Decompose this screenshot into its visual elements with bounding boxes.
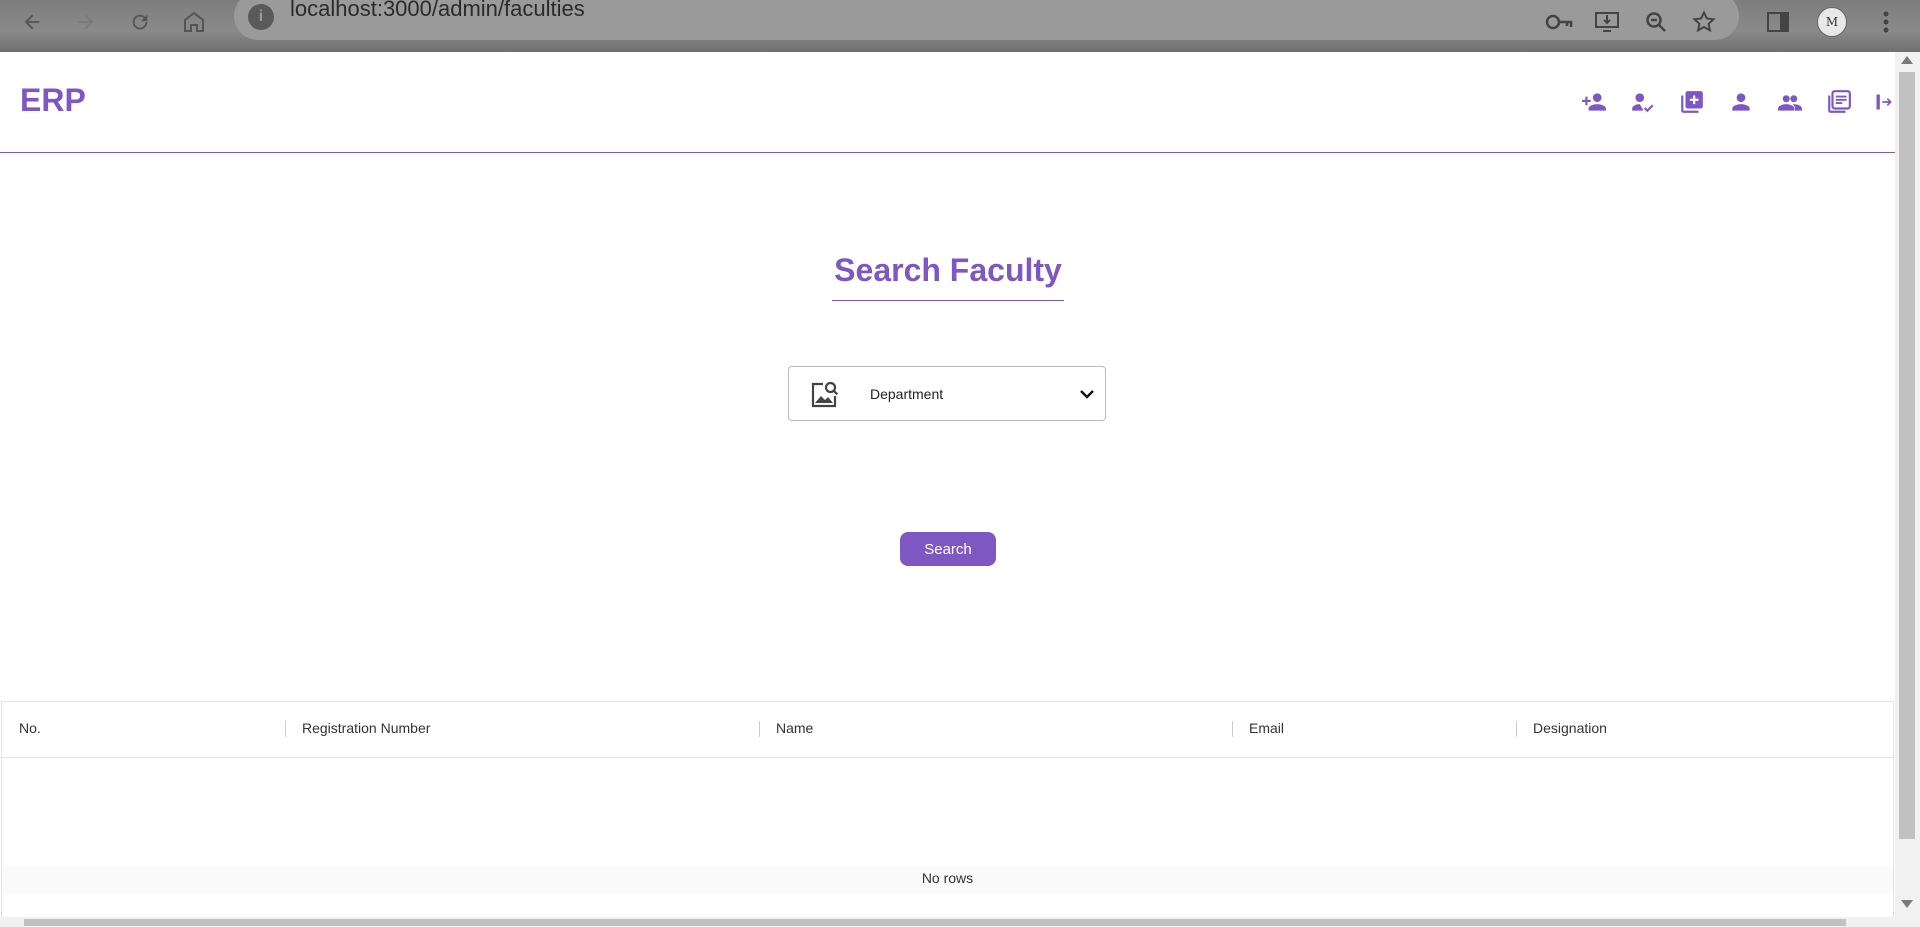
person-icon[interactable] bbox=[1727, 88, 1755, 116]
no-rows-message: No rows bbox=[921, 870, 974, 886]
key-icon[interactable] bbox=[1543, 6, 1575, 38]
vertical-scrollbar[interactable] bbox=[1895, 52, 1920, 927]
address-bar[interactable]: i localhost:3000/admin/faculties bbox=[234, 0, 1739, 40]
column-separator[interactable] bbox=[1516, 721, 1517, 737]
home-icon[interactable] bbox=[178, 6, 210, 38]
back-icon[interactable] bbox=[16, 6, 48, 38]
column-header-no[interactable]: No. bbox=[19, 720, 41, 736]
column-separator[interactable] bbox=[759, 721, 760, 737]
department-select-label: Department bbox=[870, 386, 944, 402]
column-header-registration-number[interactable]: Registration Number bbox=[302, 720, 430, 736]
install-app-icon[interactable] bbox=[1591, 6, 1623, 38]
scroll-up-arrow-icon[interactable] bbox=[1901, 56, 1913, 64]
department-select[interactable]: Department bbox=[788, 366, 1106, 421]
bookmark-star-icon[interactable] bbox=[1688, 6, 1720, 38]
title-underline bbox=[832, 300, 1064, 301]
horizontal-scrollbar[interactable] bbox=[0, 917, 1895, 927]
add-box-icon[interactable] bbox=[1678, 88, 1706, 116]
column-separator[interactable] bbox=[1232, 721, 1233, 737]
app-header: ERP bbox=[0, 52, 1895, 153]
add-person-icon[interactable] bbox=[1580, 88, 1608, 116]
vertical-scroll-thumb[interactable] bbox=[1899, 72, 1915, 839]
app-logo[interactable]: ERP bbox=[20, 82, 86, 119]
person-check-icon[interactable] bbox=[1629, 88, 1657, 116]
image-search-icon bbox=[811, 381, 839, 408]
column-header-name[interactable]: Name bbox=[776, 720, 813, 736]
site-info-icon[interactable]: i bbox=[248, 4, 274, 30]
page-title: Search Faculty bbox=[834, 252, 1062, 288]
menu-dots-icon[interactable] bbox=[1870, 6, 1902, 38]
logout-icon[interactable] bbox=[1874, 88, 1894, 116]
column-header-email[interactable]: Email bbox=[1249, 720, 1284, 736]
column-header-designation[interactable]: Designation bbox=[1533, 720, 1607, 736]
url-text[interactable]: localhost:3000/admin/faculties bbox=[290, 0, 585, 22]
zoom-icon[interactable] bbox=[1640, 6, 1672, 38]
page-title-wrapper: Search Faculty bbox=[832, 252, 1064, 301]
chevron-down-icon bbox=[1080, 390, 1094, 399]
search-button[interactable]: Search bbox=[900, 532, 996, 566]
side-panel-icon[interactable] bbox=[1762, 6, 1794, 38]
profile-avatar[interactable]: M bbox=[1816, 6, 1848, 38]
group-icon[interactable] bbox=[1776, 88, 1804, 116]
horizontal-scroll-thumb[interactable] bbox=[24, 919, 1846, 926]
library-books-icon[interactable] bbox=[1825, 88, 1853, 116]
faculty-table: No. Registration Number Name Email Desig… bbox=[1, 701, 1894, 927]
scroll-down-arrow-icon[interactable] bbox=[1901, 900, 1913, 908]
table-header: No. Registration Number Name Email Desig… bbox=[2, 702, 1893, 758]
browser-toolbar: i localhost:3000/admin/faculties M bbox=[0, 0, 1920, 52]
forward-icon[interactable] bbox=[70, 6, 102, 38]
reload-icon[interactable] bbox=[124, 6, 156, 38]
column-separator[interactable] bbox=[285, 721, 286, 737]
